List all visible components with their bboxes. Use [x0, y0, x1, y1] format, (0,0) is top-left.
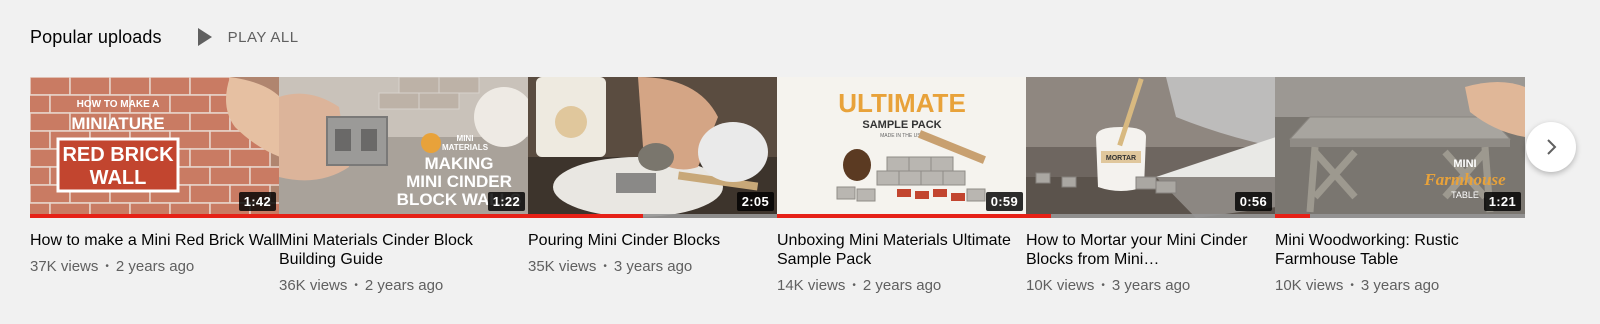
- video-stats: 14K views • 2 years ago: [777, 277, 942, 294]
- video-stats: 10K views • 3 years ago: [1275, 277, 1440, 294]
- video-card[interactable]: ULTIMATE SAMPLE PACK MADE IN THE USA 0:5…: [777, 77, 1027, 294]
- video-title[interactable]: Mini Woodworking: Rustic Farmhouse Table: [1275, 231, 1525, 269]
- chevron-right-icon: [1547, 139, 1557, 155]
- video-thumbnail[interactable]: MINI MATERIALS MAKING MINI CINDER BLOCK …: [279, 77, 529, 218]
- thumb-text: ULTIMATE: [838, 88, 966, 118]
- thumb-text: MATERIALS: [442, 143, 489, 152]
- thumb-text: MORTAR: [1106, 155, 1136, 162]
- thumb-text: MINI CINDER: [406, 172, 512, 191]
- duration-badge: 2:05: [736, 192, 774, 211]
- thumb-text: MAKING: [425, 154, 494, 173]
- view-count: 37K views: [30, 258, 99, 275]
- upload-age: 2 years ago: [115, 258, 195, 275]
- video-title[interactable]: Unboxing Mini Materials Ultimate Sample …: [777, 231, 1027, 269]
- watch-progress-bar: [1275, 214, 1525, 218]
- view-count: 35K views: [528, 258, 597, 275]
- video-title[interactable]: Pouring Mini Cinder Blocks: [528, 231, 778, 250]
- play-all-label: PLAY ALL: [227, 28, 299, 46]
- watch-progress-bar: [30, 214, 280, 218]
- video-thumbnail[interactable]: 2:05: [528, 77, 778, 218]
- watch-progress-bar: [279, 214, 529, 218]
- video-row: HOW TO MAKE A MINIATURE RED BRICK WALL 1…: [30, 77, 1552, 307]
- thumb-text: HOW TO MAKE A: [77, 99, 160, 110]
- view-count: 14K views: [777, 277, 846, 294]
- shelf-title[interactable]: Popular uploads: [30, 27, 162, 48]
- video-card[interactable]: MINI MATERIALS MAKING MINI CINDER BLOCK …: [279, 77, 529, 294]
- video-thumbnail[interactable]: ULTIMATE SAMPLE PACK MADE IN THE USA 0:5…: [777, 77, 1027, 218]
- upload-age: 2 years ago: [364, 277, 444, 294]
- video-card[interactable]: HOW TO MAKE A MINIATURE RED BRICK WALL 1…: [30, 77, 280, 275]
- video-card[interactable]: MORTAR 0:56 How to Mortar your Mini Cind…: [1026, 77, 1276, 294]
- thumb-text: TABLE: [1451, 190, 1479, 200]
- video-title[interactable]: How to make a Mini Red Brick Wall: [30, 231, 280, 250]
- play-icon: [197, 28, 212, 46]
- play-all-button[interactable]: PLAY ALL: [197, 28, 299, 46]
- duration-badge: 0:59: [985, 192, 1023, 211]
- video-thumbnail[interactable]: MORTAR 0:56: [1026, 77, 1276, 218]
- video-thumbnail[interactable]: MINI Farmhouse TABLE 1:21: [1275, 77, 1525, 218]
- thumb-text: MADE IN THE USA: [880, 133, 924, 139]
- thumb-text: MINI: [1453, 158, 1476, 170]
- watch-progress-bar: [528, 214, 778, 218]
- upload-age: 3 years ago: [1111, 277, 1191, 294]
- video-thumbnail[interactable]: HOW TO MAKE A MINIATURE RED BRICK WALL 1…: [30, 77, 280, 218]
- duration-badge: 1:42: [238, 192, 276, 211]
- watch-progress-bar: [777, 214, 1027, 218]
- video-stats: 36K views • 2 years ago: [279, 277, 444, 294]
- upload-age: 3 years ago: [1360, 277, 1440, 294]
- view-count: 36K views: [279, 277, 348, 294]
- upload-age: 3 years ago: [613, 258, 693, 275]
- watch-progress-bar: [1026, 214, 1276, 218]
- view-count: 10K views: [1275, 277, 1344, 294]
- video-stats: 10K views • 3 years ago: [1026, 277, 1191, 294]
- thumb-text: SAMPLE PACK: [862, 119, 941, 131]
- video-title[interactable]: How to Mortar your Mini Cinder Blocks fr…: [1026, 231, 1276, 269]
- thumb-text: MINI: [457, 134, 474, 143]
- video-card[interactable]: MINI Farmhouse TABLE 1:21 Mini Woodworki…: [1275, 77, 1525, 294]
- video-stats: 35K views • 3 years ago: [528, 258, 693, 275]
- thumb-text: Farmhouse: [1423, 170, 1506, 189]
- next-page-button[interactable]: [1526, 122, 1576, 172]
- view-count: 10K views: [1026, 277, 1095, 294]
- thumb-text: MINIATURE: [71, 114, 164, 133]
- shelf-header: Popular uploads PLAY ALL: [30, 22, 299, 52]
- duration-badge: 0:56: [1234, 192, 1272, 211]
- upload-age: 2 years ago: [862, 277, 942, 294]
- duration-badge: 1:21: [1483, 192, 1521, 211]
- video-title[interactable]: Mini Materials Cinder Block Building Gui…: [279, 231, 529, 269]
- duration-badge: 1:22: [487, 192, 525, 211]
- thumb-text: WALL: [90, 167, 147, 189]
- video-stats: 37K views • 2 years ago: [30, 258, 195, 275]
- thumb-text: RED BRICK: [62, 144, 174, 166]
- video-card[interactable]: 2:05 Pouring Mini Cinder Blocks 35K view…: [528, 77, 778, 275]
